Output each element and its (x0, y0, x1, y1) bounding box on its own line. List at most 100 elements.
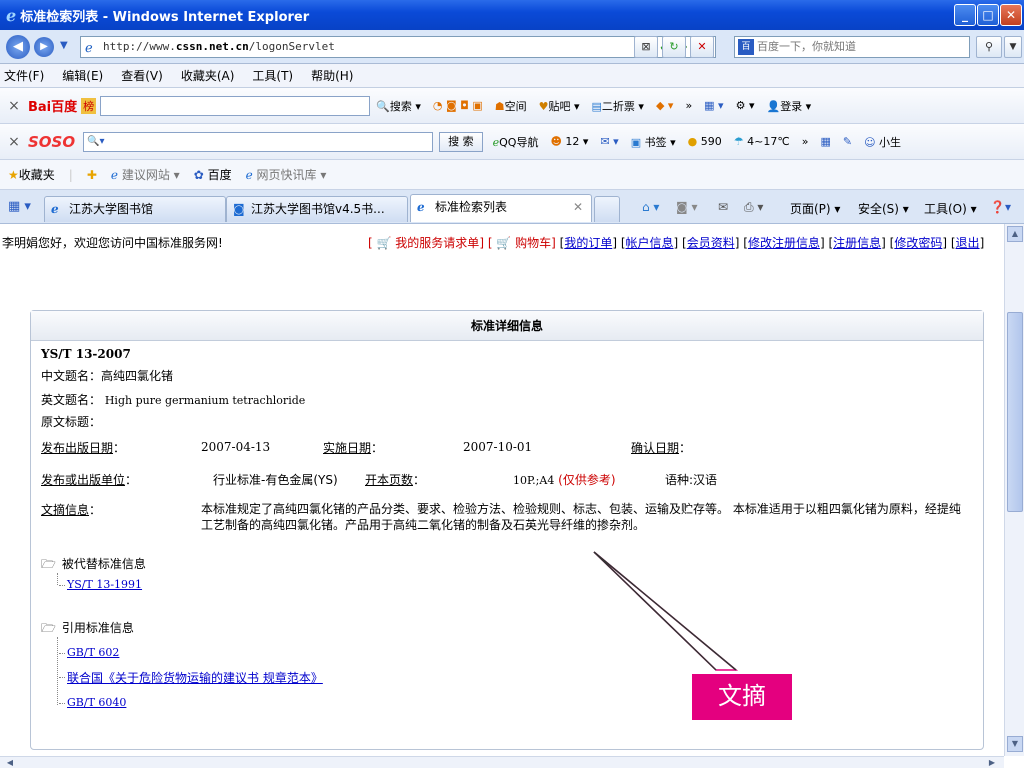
cart-link[interactable]: 购物车 (515, 236, 551, 250)
horizontal-scrollbar[interactable]: ◀ ▶ (0, 756, 1004, 768)
print-icon[interactable]: ⎙ ▾ (744, 200, 763, 215)
ie-tab-icon: ℯ (417, 200, 425, 214)
modify-registration-link[interactable]: 修改注册信息 (748, 236, 820, 250)
scroll-up-icon[interactable]: ▲ (1007, 226, 1023, 242)
apps-grid-icon[interactable]: ▦ (820, 135, 830, 148)
fav-baidu[interactable]: ✿ 百度 (194, 166, 232, 183)
quick-tabs-icon[interactable]: ▦ ▾ (8, 199, 31, 214)
baidu-tool-icons[interactable]: ◔ ◙ ◘ ▣ (433, 99, 483, 112)
referenced-standards-heading[interactable]: 🗁 引用标准信息 (41, 619, 134, 640)
menu-help[interactable]: 帮助(H) (311, 67, 353, 84)
close-soso-toolbar-icon[interactable]: × (0, 134, 28, 150)
close-toolbar-icon[interactable]: × (0, 98, 28, 114)
folder-open-icon: 🗁 (41, 621, 56, 635)
qq-mail-count[interactable]: ☻ 12 ▾ (550, 135, 588, 148)
referenced-standard-link[interactable]: 联合国《关于危险货物运输的建议书 规章范本》 (59, 669, 323, 686)
original-title-label: 原文标题： (41, 415, 102, 429)
referenced-standard-link[interactable]: GB/T 6040 (58, 695, 126, 709)
soso-logo[interactable]: SOSO (28, 133, 75, 151)
favorites-button[interactable]: ★收藏夹 (8, 166, 55, 183)
mail-icon[interactable]: ✉ ▾ (600, 135, 618, 148)
account-info-link[interactable]: 帐户信息 (626, 236, 674, 250)
baidu-login-link[interactable]: 👤登录 ▾ (766, 98, 811, 114)
bookmark-link[interactable]: ▣ 书签 ▾ (631, 134, 676, 150)
vertical-scrollbar[interactable]: ▲ ▼ (1004, 224, 1024, 756)
referenced-standard-link[interactable]: GB/T 602 (58, 645, 119, 659)
toolbar-settings-icon[interactable]: ⚙ ▾ (736, 99, 755, 112)
space-icon: ☗ (494, 99, 505, 113)
safety-menu[interactable]: 安全(S) ▾ (858, 200, 909, 217)
coin-count[interactable]: ● 590 (688, 135, 722, 148)
scroll-thumb[interactable] (1007, 312, 1023, 512)
change-password-link[interactable]: 修改密码 (894, 236, 942, 250)
pages-value: 10P.;A4 (仅供参考) (513, 473, 616, 487)
baidu-logo[interactable]: Bai百度 (28, 96, 77, 115)
scroll-left-icon[interactable]: ◀ (2, 757, 18, 768)
scroll-down-icon[interactable]: ▼ (1007, 736, 1023, 752)
qq-user-link[interactable]: ☺ 小生 (864, 134, 901, 150)
close-button[interactable]: ✕ (1000, 4, 1022, 26)
new-tab-button[interactable] (594, 196, 620, 222)
back-button[interactable]: ◀ (6, 35, 30, 59)
english-title-row: 英文题名： High pure germanium tetrachloride (41, 393, 306, 407)
read-mail-icon[interactable]: ✉ (718, 200, 728, 214)
forward-button[interactable]: ▶ (34, 37, 54, 57)
menu-tools[interactable]: 工具(T) (252, 67, 293, 84)
page-menu[interactable]: 页面(P) ▾ (790, 200, 840, 217)
home-icon[interactable]: ⌂ ▾ (642, 200, 659, 214)
history-dropdown-icon[interactable]: ▼ (60, 40, 68, 51)
fav-suggested-sites[interactable]: ℯ 建议网站 ▾ (111, 166, 180, 183)
replaced-standard-link[interactable]: YS/T 13-1991 (58, 577, 142, 591)
menu-favorites[interactable]: 收藏夹(A) (181, 67, 235, 84)
baidu-ticket-link[interactable]: ▤二折票 ▾ (592, 98, 644, 114)
refresh-icon[interactable]: ↻ (662, 36, 686, 58)
ie-page-icon: ℯ (110, 168, 118, 182)
pen-icon[interactable]: ✎ (843, 135, 852, 148)
stop-icon[interactable]: ✕ (690, 36, 714, 58)
add-favorite-icon[interactable]: ✚ (87, 168, 97, 182)
member-info-link[interactable]: 会员资料 (687, 236, 735, 250)
tab-library-2[interactable]: ◙ 江苏大学图书馆v4.5书... (226, 196, 408, 222)
menu-edit[interactable]: 编辑(E) (62, 67, 103, 84)
address-input[interactable]: ℯ http://www.cssn.net.cn/logonServlet ✔ … (80, 36, 716, 58)
qq-user-icon: ☺ (864, 135, 876, 149)
baidu-paw-icon: ✿ (193, 168, 204, 182)
soso-search-button[interactable]: 搜 索 (439, 131, 483, 152)
baidu-search-button[interactable]: 🔍搜索 ▾ (376, 98, 421, 114)
registration-info-link[interactable]: 注册信息 (833, 236, 881, 250)
implementation-date-label: 实施日期： (323, 441, 384, 455)
baidu-rank-badge[interactable]: 榜 (81, 97, 97, 114)
tab-library-1[interactable]: ℯ 江苏大学图书馆 (44, 196, 226, 222)
compatibility-icon[interactable]: ⊠ (634, 36, 658, 58)
welcome-message: 李明娟您好，欢迎您访问中国标准服务网! (2, 236, 223, 250)
minimize-button[interactable]: _ (954, 4, 976, 26)
tools-menu[interactable]: 工具(O) ▾ (924, 200, 977, 217)
tab-standard-list[interactable]: ℯ 标准检索列表 ✕ (410, 194, 592, 222)
baidu-more-icon[interactable]: ◆ ▾ (656, 99, 673, 112)
weather-widget[interactable]: ☂ 4~17℃ (734, 135, 790, 148)
help-icon[interactable]: ❓▾ (990, 200, 1011, 214)
search-input[interactable]: 百 百度一下，你就知道 (734, 36, 970, 58)
search-options-icon[interactable]: ▼ (1004, 36, 1022, 58)
logout-link[interactable]: 退出 (956, 236, 980, 250)
coin-icon: ● (687, 135, 698, 148)
scroll-right-icon[interactable]: ▶ (984, 757, 1000, 768)
soso-overflow-icon[interactable]: » (802, 135, 809, 148)
feeds-icon[interactable]: ◙ ▾ (676, 200, 697, 214)
menu-view[interactable]: 查看(V) (121, 67, 163, 84)
toolbar-overflow-icon[interactable]: » (685, 99, 692, 112)
menu-file[interactable]: 文件(F) (4, 67, 44, 84)
chinese-title-row: 中文题名：高纯四氯化锗 (41, 369, 174, 383)
qq-nav-link[interactable]: ℯQQ导航 (493, 134, 539, 150)
fav-web-slices[interactable]: ℯ 网页快讯库 ▾ (246, 166, 327, 183)
soso-search-input[interactable]: 🔍▾ (83, 131, 434, 152)
orders-link[interactable]: 我的订单 (564, 236, 612, 250)
baidu-space-link[interactable]: ☗空间 (495, 98, 527, 114)
baidu-toolbar-input[interactable] (100, 95, 371, 116)
close-tab-icon[interactable]: ✕ (573, 195, 583, 219)
toolbar-grid-icon[interactable]: ▦ ▾ (704, 99, 723, 112)
service-request-link[interactable]: 我的服务请求单 (395, 236, 479, 250)
maximize-button[interactable]: □ (977, 4, 999, 26)
baidu-tieba-link[interactable]: ♥贴吧 ▾ (539, 98, 580, 114)
search-button-icon[interactable]: ⚲ (976, 36, 1002, 58)
